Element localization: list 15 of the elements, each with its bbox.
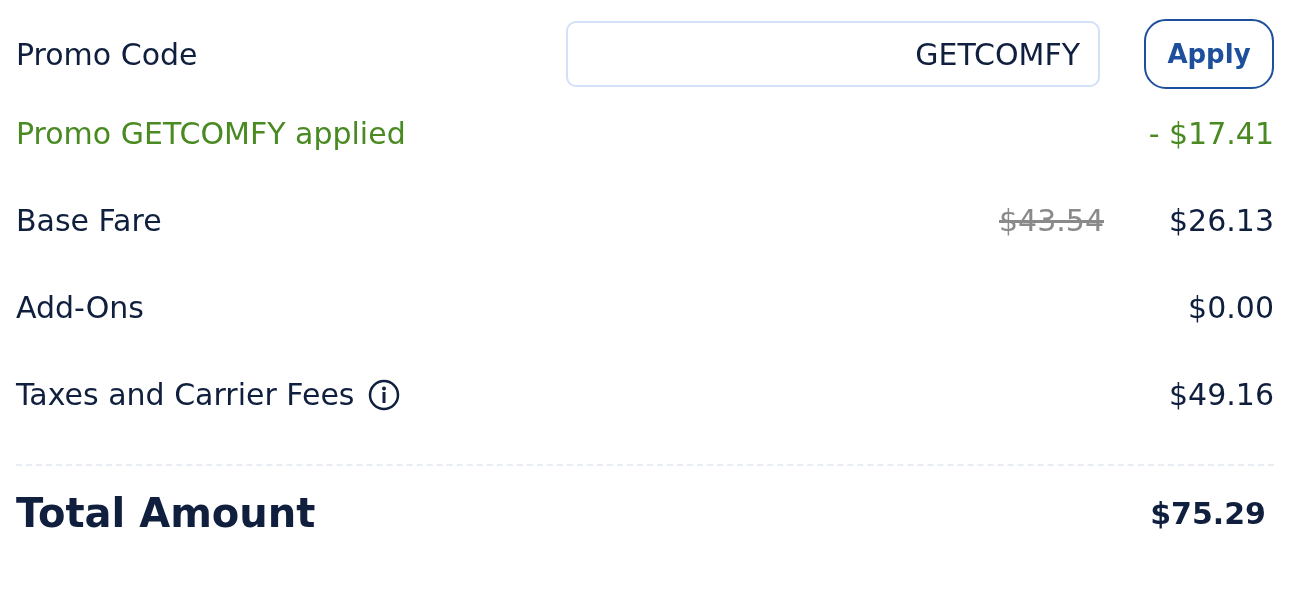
discount-amount: - $17.41: [1148, 116, 1274, 151]
promo-code-field[interactable]: GETCOMFY: [566, 21, 1100, 87]
line-amount: $49.16: [1169, 377, 1274, 412]
info-icon[interactable]: [368, 378, 401, 411]
promo-code-label: Promo Code: [16, 36, 198, 72]
line-amount: $0.00: [1188, 290, 1274, 325]
total-label: Total Amount: [16, 490, 316, 536]
total-amount: $75.29: [1150, 495, 1266, 531]
fare-line-label: Taxes and Carrier Fees: [16, 377, 355, 412]
promo-applied-label: Promo GETCOMFY applied: [16, 116, 407, 151]
fare-line-label: Base Fare: [16, 203, 162, 238]
apply-button[interactable]: Apply: [1144, 19, 1274, 89]
original-price: $43.54: [999, 203, 1104, 238]
line-amount: $26.13: [1169, 203, 1274, 238]
fare-line-label: Add-Ons: [16, 290, 144, 325]
